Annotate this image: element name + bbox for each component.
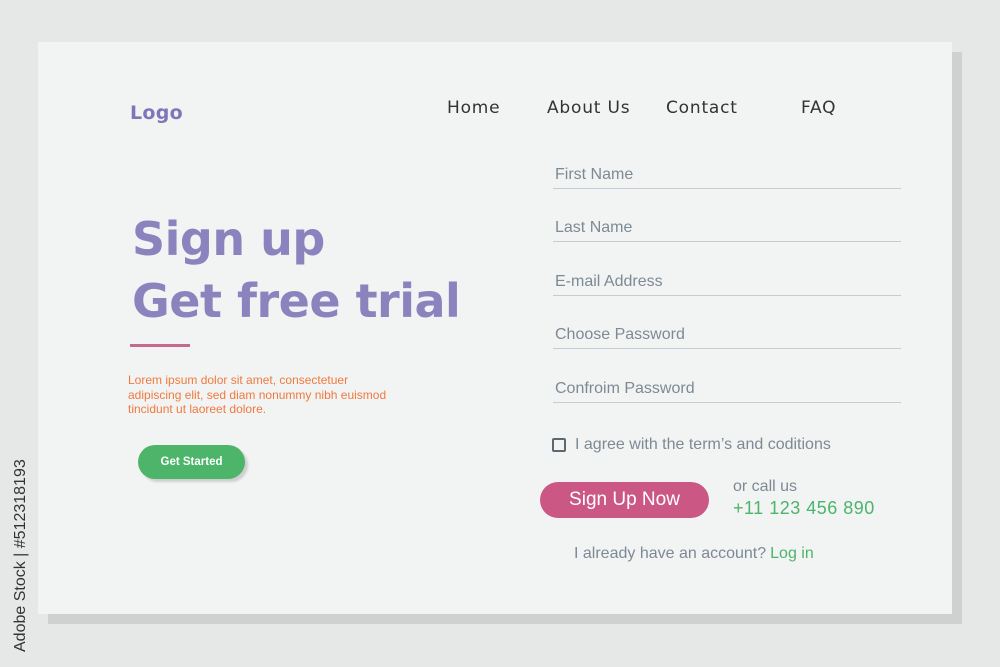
hero-divider [130,344,190,347]
first-name-field [553,164,903,189]
terms-checkbox[interactable] [552,438,566,452]
landing-card: Logo Home About Us Contact FAQ Sign up G… [38,42,952,614]
account-prompt: I already have an account? Log in [574,545,814,563]
terms-agreement: I agree with the term’s and coditions [552,436,831,454]
nav-faq[interactable]: FAQ [801,98,836,118]
confirm-password-field [553,378,903,403]
confirm-password-input[interactable] [553,378,903,400]
phone-number[interactable]: +11 123 456 890 [733,498,875,519]
nav-about-us[interactable]: About Us [547,98,630,118]
account-text: I already have an account? [574,545,767,562]
stock-id-text: Adobe Stock | #512318193 [12,459,29,652]
nav-home[interactable]: Home [447,98,500,118]
email-input[interactable] [553,271,903,293]
last-name-input[interactable] [553,217,903,239]
hero-description: Lorem ipsum dolor sit amet, consectetuer… [128,373,387,416]
terms-label: I agree with the term’s and coditions [575,436,831,453]
login-link[interactable]: Log in [770,545,814,562]
hero-title-line2: Get free trial [132,274,461,328]
hero-title-line1: Sign up [132,212,325,266]
nav-contact[interactable]: Contact [666,98,738,118]
logo[interactable]: Logo [130,102,183,124]
last-name-field [553,217,903,242]
call-us-label: or call us [733,478,798,495]
get-started-button[interactable]: Get Started [138,445,245,479]
sign-up-button[interactable]: Sign Up Now [540,482,709,518]
first-name-input[interactable] [553,164,903,186]
password-field [553,324,903,349]
password-input[interactable] [553,324,903,346]
email-field [553,271,903,296]
